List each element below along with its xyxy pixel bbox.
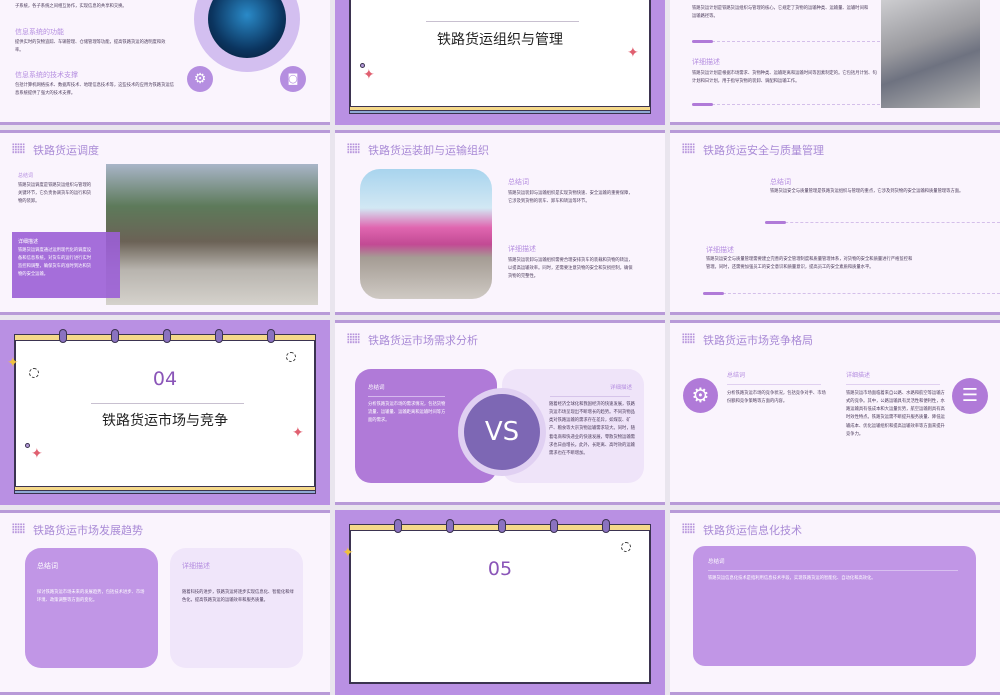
dots-icon [682,333,695,344]
divider [692,103,880,106]
dot [25,443,30,448]
sparkle-icon: ✦ [363,67,375,83]
slide-title: 铁路货运安全与质量管理 [703,144,824,157]
section-card: 04 铁路货运市场与竞争 ✦ ✦ ✦ [7,329,316,494]
text: 铁路货运计划是铁路货运组织与管理的核心，它规定了货物的运输种类、运输量、运输时间… [692,6,869,20]
slide-plan[interactable]: 铁路货运计划是铁路货运组织与管理的核心，它规定了货物的运输种类、运输量、运输时间… [670,0,1000,125]
heading: 详细描述 [846,372,871,379]
divider [692,40,880,43]
sparkle-icon: ✦ [7,355,19,371]
text: 探讨铁路货运市场未来的发展趋势，包括技术进步、市场环境、政策调整等方面的变化。 [37,590,145,604]
train-photo [881,0,980,108]
slide-title: 铁路货运调度 [33,144,99,157]
summary-box: 总结词 探讨铁路货运市场未来的发展趋势，包括技术进步、市场环境、政策调整等方面的… [25,548,158,668]
text: 铁路货运计划是根据市场需求、货物种类、运输距离和运输时间等因素制定的。它包括月计… [692,71,877,85]
section-title: 铁路货运市场与竞争 [102,413,228,429]
slide-title: 铁路货运市场需求分析 [368,334,478,347]
pink-train-photo [360,169,492,299]
text: 提供实时的货物追踪、车辆管理、仓储管理等功能，提高铁路货运的透明度和效率。 [15,40,166,54]
dots-icon [12,143,25,154]
sparkle-icon: ✦ [627,45,639,61]
slide-section-05[interactable]: 05 ✦ [335,510,665,695]
slide-loading[interactable]: 铁路货运装卸与运输组织 总结词 铁路货运装卸与运输组织是实现货物快速、安全运输的… [335,130,665,315]
section-number: 05 [487,558,513,580]
gear-icon: ⚙ [187,66,213,92]
slide-info-system[interactable]: 子系统，各子系统之间相互协作，实现信息的共享和交换。 信息系统的功能 提供实时的… [0,0,330,125]
slide-dispatch[interactable]: 铁路货运调度 总结词 铁路货运调度是铁路货运组织与管理的关键环节，它负责协调货车… [0,130,330,315]
slide-trend[interactable]: 铁路货运市场发展趋势 总结词 探讨铁路货运市场未来的发展趋势，包括技术进步、市场… [0,510,330,695]
slide-section-03[interactable]: 铁路货运组织与管理 ✦ ✦ [335,0,665,125]
slide-title: 铁路货运市场竞争格局 [703,334,813,347]
text: 铁路货运安全与质量管理需要建立完善的安全管理制度和质量管理体系，对货物的安全和质… [706,257,913,271]
heading: 信息系统的技术支撑 [15,71,78,79]
gear-icon: ⚙ [683,378,718,413]
heading: 详细描述 [609,385,632,391]
text: 随着科技的进步，铁路货运将逐步实现信息化、智能化和绿色化，提高铁路货运的运输效率… [182,590,294,604]
text: 铁路货运调度是铁路货运组织与管理的关键环节，它负责协调货车的运行和货物的装卸。 [18,183,92,205]
heading: 详细描述 [706,246,734,254]
dashed-circle [286,352,296,362]
dots-icon [682,523,695,534]
dots-icon [347,143,360,154]
slide-safety[interactable]: 铁路货运安全与质量管理 总结词 铁路货运安全与质量管理是铁路货运组织与管理的重点… [670,130,1000,315]
heading: 信息系统的功能 [15,28,64,36]
dots-icon [682,143,695,154]
divider [703,292,1000,295]
slide-it[interactable]: 铁路货运信息化技术 总结词 铁路货运信息化技术是指利用信息技术手段，实现铁路货运… [670,510,1000,695]
heading: 总结词 [727,372,746,379]
dots-icon [347,333,360,344]
section-title: 铁路货运组织与管理 [437,32,563,48]
heading: 总结词 [368,385,385,391]
section-card: 05 ✦ [342,519,651,684]
slide-demand[interactable]: 铁路货运市场需求分析 总结词 分析铁路货运市场的需求情况，包括货物流量、运输量、… [335,320,665,505]
text: 铁路货运市场面临着来自公路、水路和航空等运输方式的竞争。其中，公路运输具有灵活性… [846,391,945,437]
text: 包括计算机网络技术、数据库技术、地理信息技术等，这些技术的应用为铁路货运信息系统… [15,83,174,97]
freight-yard-photo [106,164,318,305]
slide-title: 铁路货运市场发展趋势 [33,524,143,537]
sparkle-icon: ✦ [342,545,354,561]
detail-box: 详细描述 铁路货运调度通过运用现代化的调度设备和信息系统，对货车的运行进行实时监… [12,232,120,298]
text: 铁路货运装卸与运输组织需要合理安排货车的装载和货物的转运，以提高运输效率。同时，… [508,258,633,280]
text: 分析铁路货运市场的需求情况，包括货物流量、运输量、运输距离和运输时间等方面的需求… [368,402,446,424]
divider [91,403,244,404]
heading: 详细描述 [18,239,39,245]
dashed-circle [621,542,631,552]
slide-title: 铁路货运信息化技术 [703,524,802,537]
dot [360,63,365,68]
heading: 详细描述 [692,58,720,66]
summary-box: 总结词 铁路货运信息化技术是指利用信息技术手段，实现铁路货运的智能化、自动化和高… [693,546,976,666]
heading: 总结词 [18,173,34,179]
detail-box: 详细描述 随着科技的进步，铁路货运将逐步实现信息化、智能化和绿色化，提高铁路货运… [170,548,303,668]
dashed-circle [29,368,39,378]
text: 随着经济全球化和我国经济的快速发展，铁路货运市场呈现出不断增长的趋势。不同货物品… [549,402,635,456]
sparkle-icon: ✦ [31,446,43,462]
slide-title: 铁路货运装卸与运输组织 [368,144,489,157]
layers-icon: ☰ [952,378,988,414]
heading: 总结词 [508,178,529,186]
divider [765,221,1000,224]
text: 铁路货运装卸与运输组织是实现货物快速、安全运输的重要保障，它涉及到货物的装车、卸… [508,191,633,205]
section-card: 铁路货运组织与管理 ✦ ✦ [349,0,651,114]
heading: 总结词 [770,178,791,186]
vs-badge: VS [464,394,540,470]
slide-section-04[interactable]: 04 铁路货运市场与竞争 ✦ ✦ ✦ [0,320,330,505]
heading: 详细描述 [508,245,536,253]
text: 铁路货运调度通过运用现代化的调度设备和信息系统，对货车的运行进行实时监控和调整，… [18,248,92,278]
heading: 总结词 [708,559,725,565]
text: 铁路货运信息化技术是指利用信息技术手段，实现铁路货运的智能化、自动化和高效化。 [708,576,876,581]
heading: 总结词 [37,562,58,570]
slide-competition[interactable]: 铁路货运市场竞争格局 ⚙ 总结词 分析铁路货运市场的竞争状况，包括竞争对手、市场… [670,320,1000,505]
dots-icon [12,523,25,534]
text: 分析铁路货运市场的竞争状况，包括竞争对手、市场份额和竞争策略等方面的内容。 [727,391,826,405]
intro-text: 子系统，各子系统之间相互协作，实现信息的共享和交换。 [15,4,127,9]
divider [426,21,579,22]
heading: 详细描述 [182,562,210,570]
section-number: 04 [152,368,178,390]
text: 铁路货运安全与质量管理是铁路货运组织与管理的重点，它涉及到货物的安全运输和质量管… [770,189,964,194]
sparkle-icon: ✦ [292,425,304,441]
camera-icon: ◙ [280,66,306,92]
